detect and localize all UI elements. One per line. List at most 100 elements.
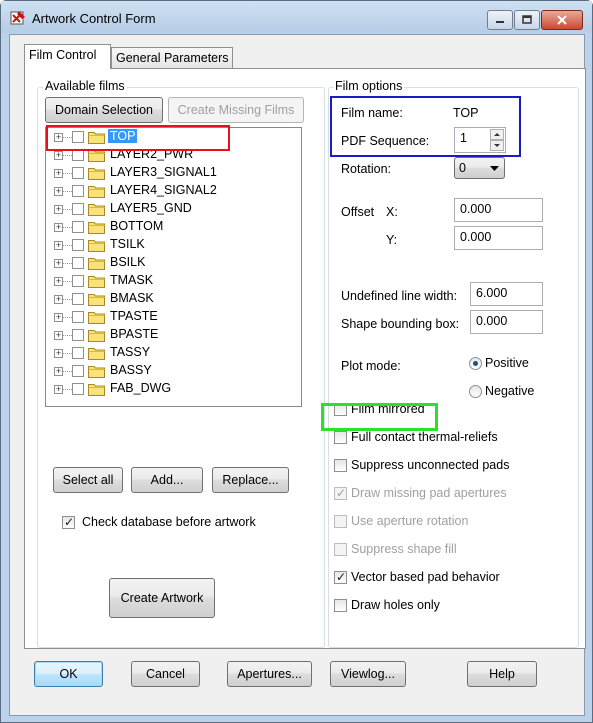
cancel-label: Cancel xyxy=(146,667,185,681)
film-checkbox[interactable] xyxy=(72,221,84,233)
film-option-checkbox[interactable] xyxy=(334,459,347,472)
film-tree-row[interactable]: + BSILK xyxy=(46,254,296,272)
film-checkbox[interactable] xyxy=(72,167,84,179)
folder-icon xyxy=(88,204,105,216)
domain-selection-button[interactable]: Domain Selection xyxy=(45,97,163,123)
expand-icon[interactable]: + xyxy=(54,349,63,358)
film-option-checkbox[interactable]: ✓ xyxy=(334,570,347,584)
offset-y-input[interactable]: 0.000 xyxy=(454,226,543,250)
expand-icon[interactable]: + xyxy=(54,277,63,286)
film-option-checkbox[interactable] xyxy=(334,515,347,528)
tab-film-control[interactable]: Film Control xyxy=(24,44,111,69)
help-button[interactable]: Help xyxy=(467,661,537,687)
positive-label: Positive xyxy=(485,356,529,370)
film-tree-row[interactable]: + TSILK xyxy=(46,236,296,254)
expand-icon[interactable]: + xyxy=(54,205,63,214)
apertures-button[interactable]: Apertures... xyxy=(227,661,312,687)
title-bar[interactable]: Artwork Control Form xyxy=(1,1,592,33)
pdf-sequence-stepper[interactable]: 1 xyxy=(454,127,506,153)
film-tree-row[interactable]: + BMASK xyxy=(46,290,296,308)
tab-general-parameters[interactable]: General Parameters xyxy=(111,47,233,69)
negative-label: Negative xyxy=(485,384,535,398)
film-option-label: Draw holes only xyxy=(351,598,440,612)
expand-icon[interactable]: + xyxy=(54,133,63,142)
film-tree-row[interactable]: + BASSY xyxy=(46,362,296,380)
expand-icon[interactable]: + xyxy=(54,187,63,196)
expand-icon[interactable]: + xyxy=(54,385,63,394)
tree-connector xyxy=(63,155,72,156)
create-missing-films-button[interactable]: Create Missing Films xyxy=(168,97,304,123)
add-label: Add... xyxy=(150,473,184,487)
film-checkbox[interactable] xyxy=(72,185,84,197)
pdf-sequence-label: PDF Sequence: xyxy=(341,134,430,148)
films-tree[interactable]: + TOP + LAYER2_PWR + LAYER3_SIGNAL1 + LAYER4_SI… xyxy=(45,127,302,407)
film-checkbox[interactable] xyxy=(72,275,84,287)
folder-icon xyxy=(88,312,105,324)
film-checkbox[interactable] xyxy=(72,149,84,161)
film-checkbox[interactable] xyxy=(72,257,84,269)
expand-icon[interactable]: + xyxy=(54,331,63,340)
cancel-button[interactable]: Cancel xyxy=(131,661,200,687)
replace-button[interactable]: Replace... xyxy=(212,467,289,493)
expand-icon[interactable]: + xyxy=(54,241,63,250)
expand-icon[interactable]: + xyxy=(54,313,63,322)
film-tree-row[interactable]: + LAYER4_SIGNAL2 xyxy=(46,182,296,200)
film-tree-row[interactable]: + BOTTOM xyxy=(46,218,296,236)
shape-bounding-box-input[interactable]: 0.000 xyxy=(470,310,543,334)
add-button[interactable]: Add... xyxy=(131,467,203,493)
film-tree-row[interactable]: + TPASTE xyxy=(46,308,296,326)
film-tree-row[interactable]: + FAB_DWG xyxy=(46,380,296,398)
film-checkbox[interactable] xyxy=(72,131,84,143)
film-checkbox[interactable] xyxy=(72,329,84,341)
film-tree-row[interactable]: + LAYER2_PWR xyxy=(46,146,296,164)
film-checkbox[interactable] xyxy=(72,383,84,395)
film-tree-row[interactable]: + TMASK xyxy=(46,272,296,290)
expand-icon[interactable]: + xyxy=(54,151,63,160)
check-database-checkbox[interactable]: ✓ xyxy=(62,515,75,529)
tree-connector xyxy=(63,173,72,174)
folder-icon xyxy=(88,186,105,198)
film-checkbox[interactable] xyxy=(72,203,84,215)
film-name-label: LAYER3_SIGNAL1 xyxy=(110,165,217,179)
tree-connector xyxy=(63,371,72,372)
film-option-checkbox[interactable]: ✓ xyxy=(334,486,347,500)
expand-icon[interactable]: + xyxy=(54,259,63,268)
rotation-dropdown[interactable]: 0 xyxy=(454,157,505,179)
viewlog-button[interactable]: Viewlog... xyxy=(330,661,406,687)
film-checkbox[interactable] xyxy=(72,311,84,323)
offset-x-input[interactable]: 0.000 xyxy=(454,198,543,222)
close-button[interactable] xyxy=(541,10,583,30)
spin-up-button[interactable] xyxy=(490,129,504,140)
maximize-button[interactable] xyxy=(514,10,540,30)
negative-radio[interactable] xyxy=(469,385,482,398)
tree-connector xyxy=(63,191,72,192)
rotation-value: 0 xyxy=(459,161,466,175)
folder-icon xyxy=(88,384,105,396)
spin-down-button[interactable] xyxy=(490,140,504,151)
minimize-button[interactable] xyxy=(487,10,513,30)
film-tree-row[interactable]: + BPASTE xyxy=(46,326,296,344)
film-tree-row[interactable]: + LAYER5_GND xyxy=(46,200,296,218)
expand-icon[interactable]: + xyxy=(54,295,63,304)
film-option-checkbox[interactable] xyxy=(334,599,347,612)
undefined-line-width-value: 6.000 xyxy=(476,286,508,300)
expand-icon[interactable]: + xyxy=(54,223,63,232)
film-checkbox[interactable] xyxy=(72,293,84,305)
select-all-button[interactable]: Select all xyxy=(53,467,123,493)
film-tree-row[interactable]: + TOP xyxy=(46,128,296,146)
create-artwork-button[interactable]: Create Artwork xyxy=(109,578,215,618)
undefined-line-width-label: Undefined line width: xyxy=(341,289,458,303)
ok-button[interactable]: OK xyxy=(34,661,103,687)
film-tree-row[interactable]: + LAYER3_SIGNAL1 xyxy=(46,164,296,182)
positive-radio[interactable] xyxy=(469,357,482,370)
expand-icon[interactable]: + xyxy=(54,367,63,376)
film-tree-row[interactable]: + TASSY xyxy=(46,344,296,362)
film-option-checkbox[interactable] xyxy=(334,543,347,556)
film-checkbox[interactable] xyxy=(72,239,84,251)
expand-icon[interactable]: + xyxy=(54,169,63,178)
film-checkbox[interactable] xyxy=(72,365,84,377)
film-checkbox[interactable] xyxy=(72,347,84,359)
film-option-checkbox[interactable] xyxy=(334,403,347,416)
film-option-checkbox[interactable] xyxy=(334,431,347,444)
undefined-line-width-input[interactable]: 6.000 xyxy=(470,282,543,306)
